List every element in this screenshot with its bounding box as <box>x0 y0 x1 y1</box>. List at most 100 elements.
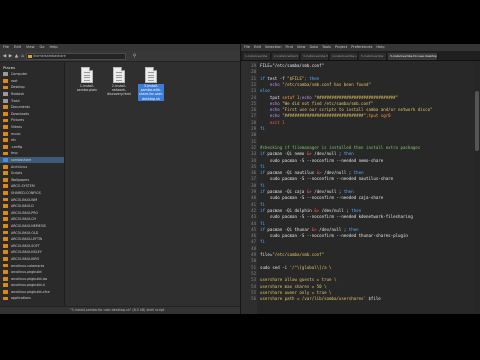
sidebar-item-label: applications <box>11 296 31 301</box>
sidebar-item[interactable]: Computer <box>0 71 64 78</box>
code-line: fi <box>260 126 265 131</box>
line-number: 43 <box>251 214 256 220</box>
sidebar-item-label: Trash <box>11 98 20 103</box>
menu-item-preferences[interactable]: Preferences <box>351 44 372 51</box>
menu-item-selection[interactable]: Selection <box>265 44 282 51</box>
menu-item-goto[interactable]: Goto <box>309 44 318 51</box>
line-number: 50 <box>251 258 256 264</box>
menu-item-find[interactable]: Find <box>286 44 293 51</box>
file-name: 3-install-samba-with-share-for-user-desk… <box>138 84 164 101</box>
code-line: sudo pacman -S --noconfirm --needed kden… <box>260 214 413 219</box>
sidebar-item[interactable]: Downloads <box>0 111 64 118</box>
sidebar-item[interactable]: .config <box>0 144 64 151</box>
code-line: echo "################################";… <box>260 113 391 118</box>
sidebar-item[interactable]: applications <box>0 295 64 302</box>
sidebar-item[interactable]: ARCOLINUX-PRO <box>0 209 64 216</box>
search-icon[interactable]: ⚲ <box>132 54 137 59</box>
editor-tab[interactable]: 2-install-network <box>272 53 300 60</box>
sidebar-item-label: ARCOLINUX-SOFT <box>11 243 40 248</box>
up-arrow-icon[interactable]: ▲ <box>14 54 19 59</box>
sidebar-item[interactable]: arcolinux-pkgbuild-iso <box>0 275 64 282</box>
code-line: else <box>260 88 270 93</box>
editor-tab[interactable]: 3-install-samba-for <box>301 53 329 60</box>
sidebar-item[interactable]: Trash <box>0 97 64 104</box>
menu-item-tools[interactable]: Tools <box>322 44 331 51</box>
sidebar-item[interactable]: arcolinux-pkgbuild-d <box>0 282 64 289</box>
places-header: Places <box>3 65 16 70</box>
sidebar-item[interactable]: ARCOLINUX-D <box>0 203 64 210</box>
sidebar-item[interactable]: arcolinux-calamares <box>0 262 64 269</box>
file-item[interactable]: 2-install-network-discovery.html <box>106 67 132 97</box>
home-icon[interactable]: ⌂ <box>20 54 25 59</box>
sidebar-item[interactable]: Scripts <box>0 170 64 177</box>
vertical-scrollbar[interactable] <box>474 61 480 314</box>
sidebar-item-label: etc <box>11 138 17 143</box>
sidebar-item[interactable]: Desktop <box>0 84 64 91</box>
menu-item-edit[interactable]: Edit <box>254 44 261 51</box>
menu-item-edit[interactable]: Edit <box>14 44 21 51</box>
places-sidebar: Places Computer root Desktop Rubbish Trash Do… <box>0 62 65 306</box>
sidebar-item[interactable]: ARCO-SYSTEM <box>0 183 64 190</box>
sidebar-item[interactable]: root <box>0 78 64 85</box>
editor-tab[interactable]: 3-install-samba-for-user-desktop.sh <box>388 53 438 60</box>
folder-icon <box>3 276 8 281</box>
sidebar-item-label: ARCOLINUX-LEFTW <box>11 237 43 242</box>
sidebar-item[interactable]: Rubbish <box>0 91 64 98</box>
editor-tab[interactable]: 4-install-samba-share <box>330 53 358 60</box>
sidebar-item[interactable]: SHARED-CONFIGS <box>0 190 64 197</box>
file-view: 1-install-samba-plain 2-install-network-d… <box>66 62 240 306</box>
menu-item-help[interactable]: Help <box>376 44 384 51</box>
sidebar-item[interactable]: ARCOLINUX-NSLEY <box>0 249 64 256</box>
sidebar-item[interactable]: arcolinux-pkgbuild-xfce <box>0 289 64 296</box>
menu-item-go[interactable]: Go <box>40 44 45 51</box>
sidebar-item[interactable]: Wallpapers <box>0 177 64 184</box>
menu-item-view[interactable]: View <box>26 44 35 51</box>
code-token: test -f <box>264 75 288 81</box>
menu-item-file[interactable]: File <box>244 44 250 51</box>
sidebar-item[interactable]: ARCOLINUX-WM <box>0 196 64 203</box>
sidebar-item[interactable]: ARCOLINUX-SOFT <box>0 242 64 249</box>
sidebar-item[interactable]: music <box>0 130 64 137</box>
folder-icon <box>3 257 8 261</box>
code-line: exit 1 <box>260 120 285 125</box>
code-line: if test -f "$FILE"; then <box>260 76 319 81</box>
editor-tab[interactable]: 5-install-samba <box>359 53 387 60</box>
sidebar-item[interactable]: Videos <box>0 124 64 131</box>
sidebar-item[interactable]: ARCOLINUX-KIRO <box>0 256 64 263</box>
letterbox-top <box>0 0 480 44</box>
sidebar-item[interactable]: Documents <box>0 104 64 111</box>
sidebar-item[interactable]: ARCOLINUX-OLD <box>0 229 64 236</box>
code-token: sudo pacman -S --noconfirm --needed thun… <box>260 233 408 239</box>
sidebar-item[interactable]: sambashare <box>0 156 64 164</box>
sidebar-item[interactable]: Pictures <box>0 117 64 124</box>
file-item[interactable]: 3-install-samba-with-share-for-user-desk… <box>138 67 164 101</box>
sidebar-item[interactable]: ARCOLINUX-CH <box>0 216 64 223</box>
menu-item-project[interactable]: Project <box>335 44 347 51</box>
code-token: /dev/null ; <box>319 207 352 213</box>
trash-icon <box>3 92 8 96</box>
menu-item-file[interactable]: File <box>3 44 9 51</box>
menu-item-help[interactable]: Help <box>50 44 58 51</box>
editor-tab[interactable]: 1-install-samba <box>243 53 271 60</box>
code-area[interactable]: FILE="/etc/samba/smb.conf" if test -f "$F… <box>257 61 473 314</box>
sidebar-item[interactable]: tmp <box>0 150 64 157</box>
forward-arrow-icon[interactable]: ▶ <box>8 54 13 59</box>
line-number: 40 <box>251 195 256 201</box>
location-bar[interactable]: /home/sambashare <box>26 53 126 60</box>
code-token: ;echo <box>299 94 315 100</box>
folder-icon <box>3 78 8 83</box>
status-bar: "3-install-samba-for-user-desktop.sh" (8… <box>66 306 240 314</box>
file-item[interactable]: 1-install-samba-plain <box>74 67 100 92</box>
back-arrow-icon[interactable]: ◀ <box>2 54 7 59</box>
line-number: 20 <box>251 69 256 75</box>
sidebar-item[interactable]: arcolinux-pkgbuild <box>0 269 64 276</box>
code-token: fi <box>260 239 265 245</box>
sidebar-item[interactable]: ARCOLINUX-NEMESIS <box>0 223 64 230</box>
sidebar-item[interactable]: etc <box>0 137 64 144</box>
code-token: /dev/null ; <box>321 170 354 176</box>
sidebar-item[interactable]: ArchLinux <box>0 163 64 170</box>
menu-item-view[interactable]: View <box>297 44 306 51</box>
sidebar-item[interactable]: ARCOLINUX-LEFTW <box>0 236 64 243</box>
scrollbar-thumb[interactable] <box>475 91 479 151</box>
code-token: "$FILE" <box>287 75 305 81</box>
